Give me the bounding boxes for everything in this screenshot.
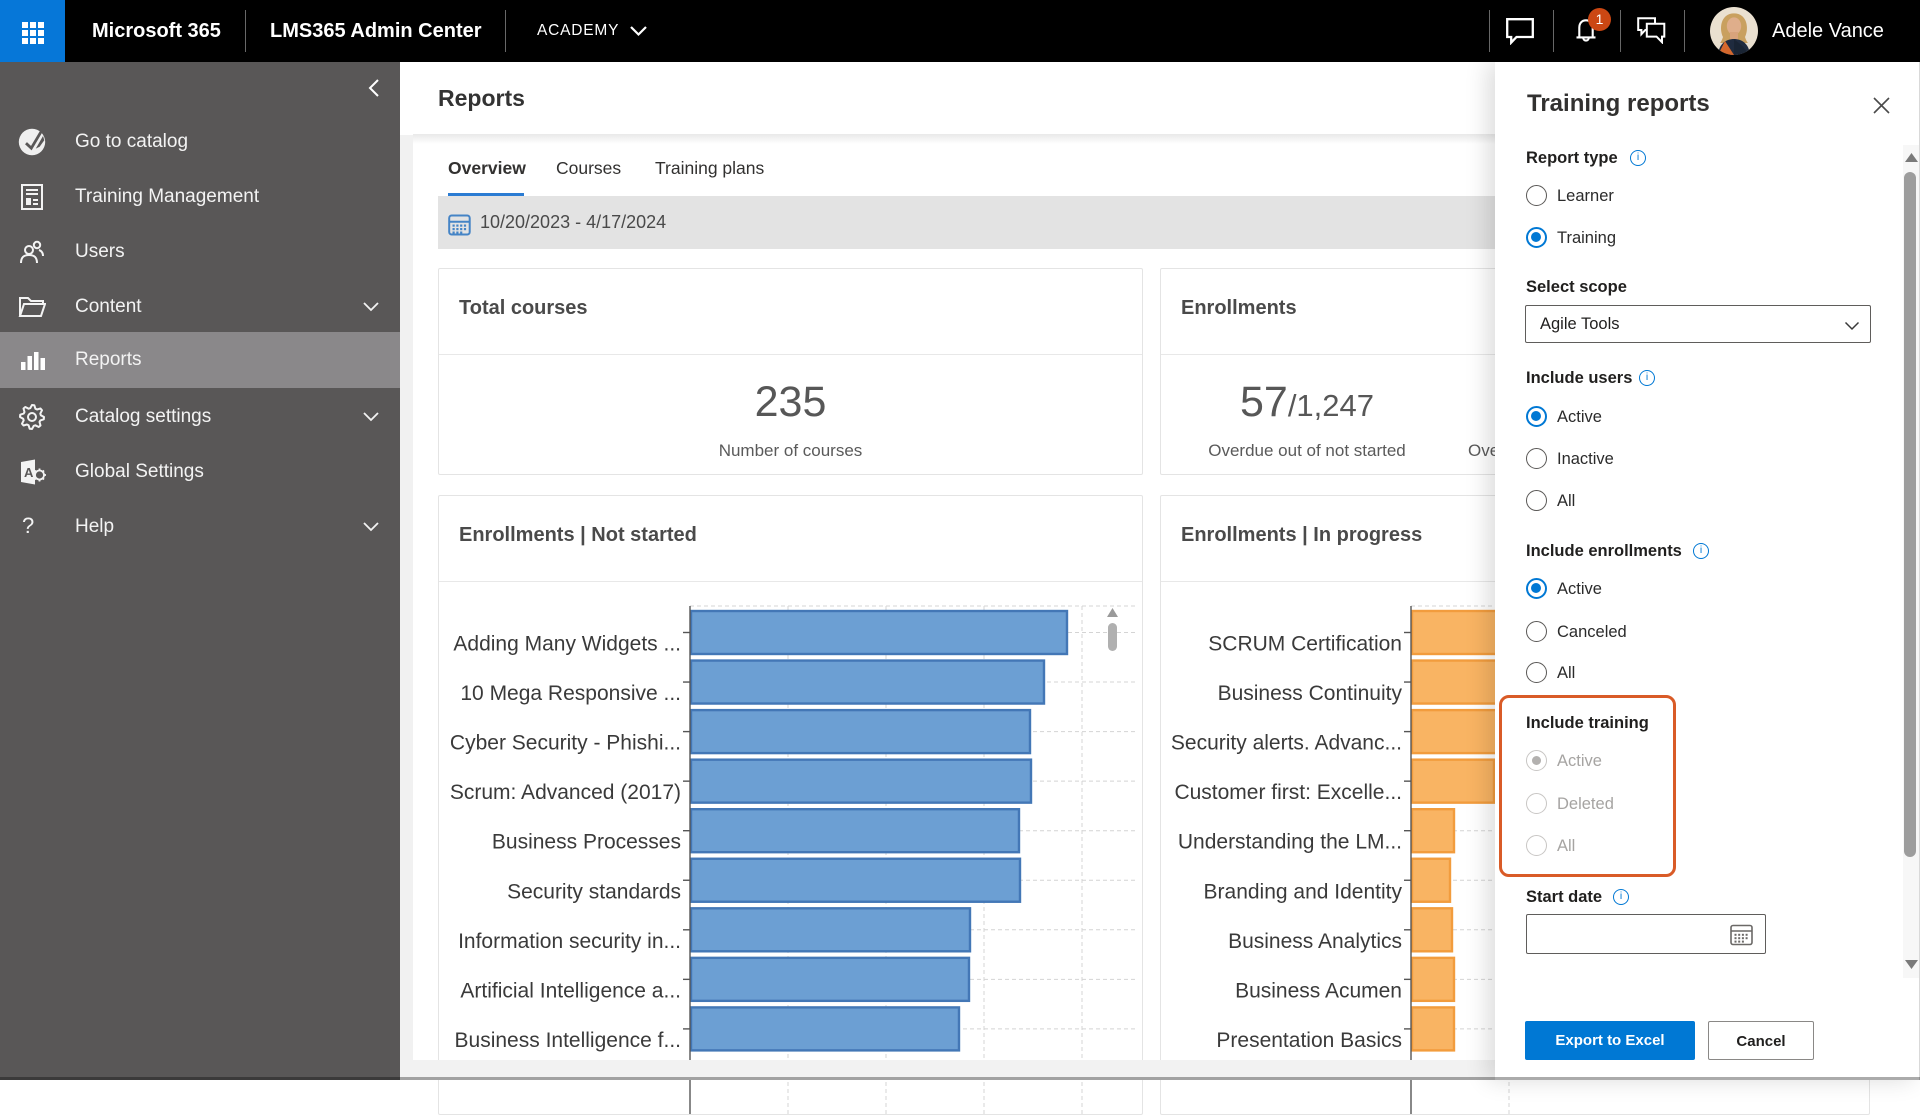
svg-text:Customer first: Excelle...: Customer first: Excelle...: [1174, 781, 1402, 804]
svg-text:10 Mega Responsive ...: 10 Mega Responsive ...: [460, 682, 681, 705]
svg-text:Presentation Basics: Presentation Basics: [1216, 1029, 1402, 1052]
svg-text:Business Analytics: Business Analytics: [1228, 930, 1402, 953]
svg-text:Understanding the LM...: Understanding the LM...: [1178, 831, 1402, 854]
svg-text:Business Processes: Business Processes: [492, 831, 681, 854]
svg-text:Security standards: Security standards: [507, 880, 681, 903]
svg-text:Business Continuity: Business Continuity: [1218, 682, 1403, 705]
svg-text:Business Intelligence f...: Business Intelligence f...: [455, 1029, 681, 1052]
svg-text:A: A: [24, 465, 34, 480]
svg-text:Information security in...: Information security in...: [458, 930, 681, 953]
svg-text:Cyber Security - Phishi...: Cyber Security - Phishi...: [450, 732, 681, 755]
svg-text:Scrum: Advanced (2017): Scrum: Advanced (2017): [450, 781, 681, 804]
svg-text:Adding Many Widgets ...: Adding Many Widgets ...: [453, 633, 681, 656]
svg-text:Artificial Intelligence a...: Artificial Intelligence a...: [460, 979, 681, 1002]
svg-text:Business Acumen: Business Acumen: [1235, 979, 1402, 1002]
svg-text:SCRUM Certification: SCRUM Certification: [1208, 633, 1402, 656]
svg-text:Security alerts. Advanc...: Security alerts. Advanc...: [1171, 732, 1402, 755]
svg-text:Branding and Identity: Branding and Identity: [1204, 880, 1403, 903]
